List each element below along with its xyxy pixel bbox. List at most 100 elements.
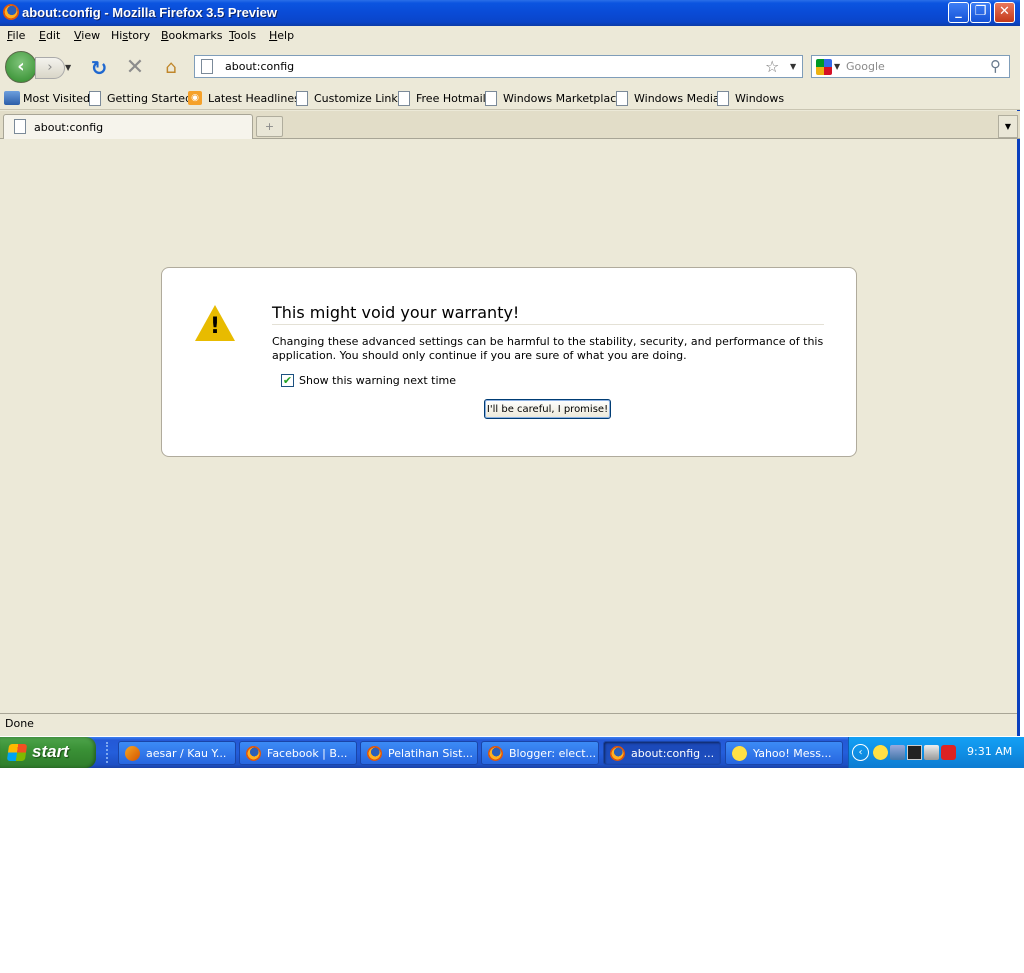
tab-about-config[interactable]: about:config xyxy=(3,114,253,139)
stop-icon: ✕ xyxy=(125,55,145,80)
page-icon xyxy=(398,91,410,106)
forward-button[interactable]: › xyxy=(35,57,65,79)
yahoo-messenger-icon xyxy=(732,746,747,761)
windows-logo-icon xyxy=(6,744,28,761)
taskbar-item-yahoo-messenger[interactable]: Yahoo! Mess... xyxy=(725,741,843,765)
home-icon: ⌂ xyxy=(165,57,177,78)
stop-button[interactable]: ✕ xyxy=(124,57,146,79)
home-button[interactable]: ⌂ xyxy=(160,57,182,79)
taskbar-item-about-config[interactable]: about:config ... xyxy=(603,741,721,765)
status-bar: Done xyxy=(0,713,1017,736)
menu-help[interactable]: Help xyxy=(269,29,294,42)
warning-exclamation: ! xyxy=(209,314,221,339)
page-icon xyxy=(14,119,26,134)
bookmark-windows-marketplace[interactable]: Windows Marketplace xyxy=(503,92,623,105)
yahoo-messenger-tray-icon[interactable] xyxy=(873,745,888,760)
taskbar-item-label: Blogger: elect... xyxy=(509,747,597,760)
warning-dialog: ! This might void your warranty! Changin… xyxy=(161,267,857,457)
network-icon[interactable] xyxy=(890,745,905,760)
aim-icon xyxy=(125,746,140,761)
minimize-icon: _ xyxy=(955,4,962,19)
checkmark-icon: ✔ xyxy=(282,374,293,387)
menu-help-label: elp xyxy=(277,29,295,42)
system-monitor-icon[interactable] xyxy=(907,745,922,760)
taskbar-item-label: Facebook | B... xyxy=(267,747,348,760)
minimize-button[interactable]: _ xyxy=(948,2,969,23)
back-button[interactable]: ‹ xyxy=(5,51,37,83)
firefox-icon xyxy=(488,746,503,761)
taskbar-item-blogger[interactable]: Blogger: elect... xyxy=(481,741,599,765)
menu-bookmarks-accel: B xyxy=(161,29,169,42)
bookmarks-toolbar: Most Visited Getting Started ◉ Latest He… xyxy=(0,86,1020,110)
show-warning-checkbox[interactable]: ✔ xyxy=(281,374,294,387)
menu-view[interactable]: View xyxy=(74,29,100,42)
bookmark-latest-headlines[interactable]: Latest Headlines xyxy=(208,92,300,105)
bookmark-free-hotmail[interactable]: Free Hotmail xyxy=(416,92,486,105)
new-tab-button[interactable]: + xyxy=(256,116,283,137)
taskbar-item-facebook[interactable]: Facebook | B... xyxy=(239,741,357,765)
menu-edit-label: dit xyxy=(45,29,61,42)
desktop-screen: about:config - Mozilla Firefox 3.5 Previ… xyxy=(0,0,1024,768)
taskbar-item-label: Pelatihan Sist... xyxy=(388,747,473,760)
restore-icon: ❐ xyxy=(974,4,987,19)
menu-file[interactable]: File xyxy=(7,29,25,42)
menu-history-label: tory xyxy=(128,29,151,42)
firefox-icon xyxy=(246,746,261,761)
show-hidden-icons-button[interactable]: ‹ xyxy=(852,744,869,761)
menu-bar: File Edit View History Bookmarks Tools H… xyxy=(0,26,1020,46)
bookmark-getting-started[interactable]: Getting Started xyxy=(107,92,192,105)
page-icon xyxy=(717,91,729,106)
close-button[interactable]: ✕ xyxy=(994,2,1015,23)
reload-icon: ↻ xyxy=(90,56,108,80)
tab-strip: about:config + ▼ xyxy=(0,111,1020,139)
clock: 9:31 AM xyxy=(967,745,1013,758)
plus-icon: + xyxy=(264,120,275,133)
bookmark-customize-links[interactable]: Customize Links xyxy=(314,92,404,105)
antivirus-scan-icon[interactable] xyxy=(924,745,939,760)
menu-file-label: ile xyxy=(12,29,26,42)
start-button[interactable]: start xyxy=(0,737,96,768)
bookmark-windows-media[interactable]: Windows Media xyxy=(634,92,720,105)
search-icon[interactable]: ⚲ xyxy=(990,57,1001,75)
back-arrow-icon: ‹ xyxy=(17,56,25,77)
menu-history[interactable]: History xyxy=(111,29,150,42)
title-bar[interactable]: about:config - Mozilla Firefox 3.5 Previ… xyxy=(0,0,1020,26)
restore-button[interactable]: ❐ xyxy=(970,2,991,23)
forward-arrow-icon: › xyxy=(47,60,53,75)
page-icon xyxy=(201,59,213,74)
url-bar[interactable]: about:config ☆ ▼ xyxy=(194,55,803,78)
bookmark-windows[interactable]: Windows xyxy=(735,92,784,105)
google-icon[interactable] xyxy=(816,59,832,75)
search-input[interactable] xyxy=(846,57,986,76)
promise-button[interactable]: I'll be careful, I promise! xyxy=(484,399,611,419)
menu-view-label: iew xyxy=(81,29,101,42)
page-icon xyxy=(616,91,628,106)
start-label: start xyxy=(32,742,69,761)
menu-bookmarks[interactable]: Bookmarks xyxy=(161,29,222,42)
reload-button[interactable]: ↻ xyxy=(88,57,110,79)
bookmark-most-visited[interactable]: Most Visited xyxy=(23,92,90,105)
close-icon: ✕ xyxy=(999,4,1010,19)
list-all-tabs-button[interactable]: ▼ xyxy=(998,115,1018,138)
history-dropdown[interactable]: ▼ xyxy=(65,63,75,73)
taskbar-item-aim[interactable]: aesar / Kau Y... xyxy=(118,741,236,765)
firefox-icon xyxy=(367,746,382,761)
toolbar-grip[interactable] xyxy=(106,742,109,763)
status-text: Done xyxy=(5,717,34,730)
menu-tools[interactable]: Tools xyxy=(229,29,256,42)
firefox-icon xyxy=(3,4,19,20)
url-input[interactable]: about:config xyxy=(225,60,294,73)
taskbar-item-label: Yahoo! Mess... xyxy=(753,747,832,760)
most-visited-icon xyxy=(4,91,20,105)
system-tray: ‹ 9:31 AM xyxy=(848,737,1024,768)
chevron-down-icon[interactable]: ▼ xyxy=(834,62,840,71)
menu-edit-accel: E xyxy=(39,29,46,42)
show-warning-label[interactable]: Show this warning next time xyxy=(299,374,456,387)
url-history-dropdown[interactable]: ▼ xyxy=(790,62,796,71)
bookmark-star-icon[interactable]: ☆ xyxy=(765,57,779,76)
menu-edit[interactable]: Edit xyxy=(39,29,60,42)
chevron-down-icon: ▼ xyxy=(1004,122,1012,131)
avira-icon[interactable] xyxy=(941,745,956,760)
page-icon xyxy=(296,91,308,106)
taskbar-item-pelatihan[interactable]: Pelatihan Sist... xyxy=(360,741,478,765)
